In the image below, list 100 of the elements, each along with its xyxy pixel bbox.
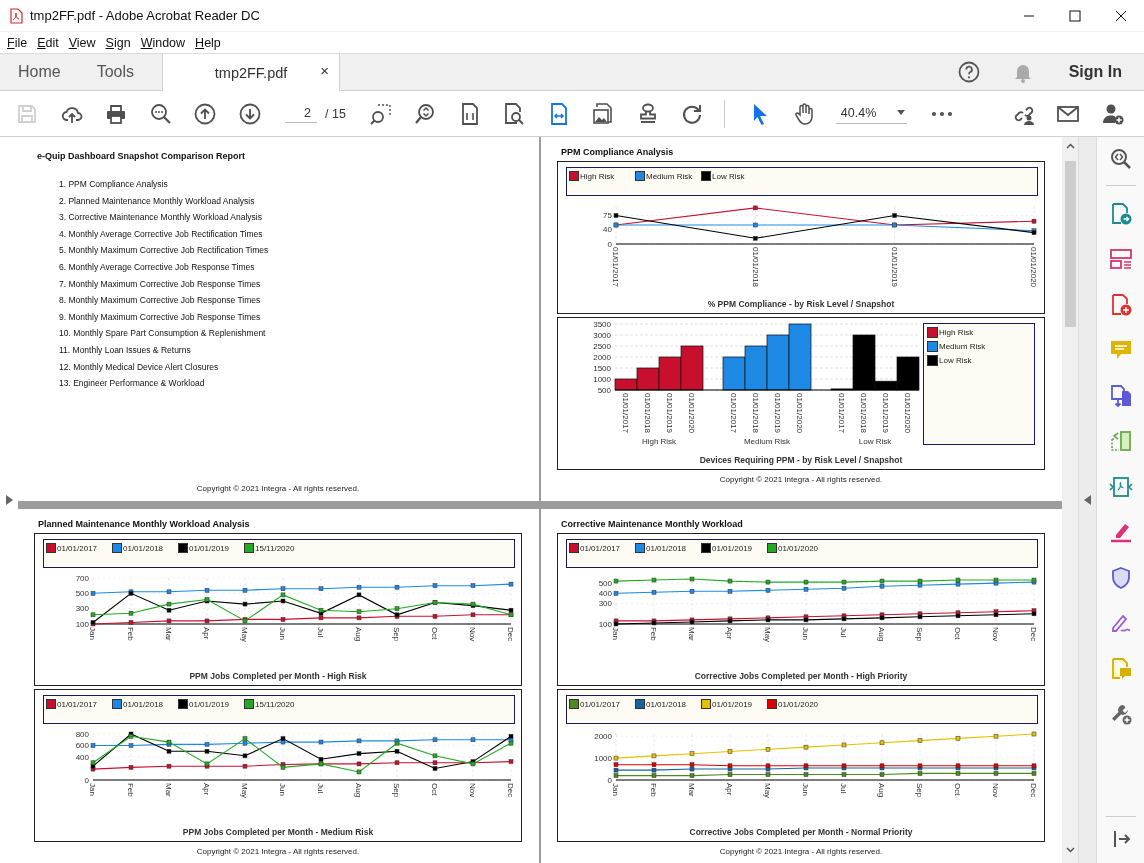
tick-label: 300	[598, 599, 612, 609]
tick-label: 01/01/2018	[751, 393, 761, 434]
tick-label: 3500	[593, 319, 611, 329]
tick-label: Oct	[430, 783, 440, 796]
tick-label: Feb	[649, 627, 659, 641]
contents-item: 11. Monthly Loan Issues & Returns	[59, 344, 192, 357]
copyright-text: Copyright © 2021 Integra - All rights reserved.	[195, 484, 361, 495]
chart-title: PPM Jobs Completed per Month - Medium Risk	[181, 827, 375, 839]
tick-label: Jan	[611, 627, 621, 640]
tick-label: Jun	[801, 783, 811, 796]
window-title: tmp2FF.pdf - Adobe Acrobat Reader DC	[30, 8, 260, 23]
tick-label: Feb	[649, 783, 659, 797]
tick-label: 700	[75, 573, 89, 583]
tick-label: 2000	[593, 352, 611, 362]
tick-label: 800	[75, 729, 89, 739]
page-title: Corrective Maintenance Monthly Workload	[561, 519, 744, 529]
tick-label: Aug	[354, 783, 364, 798]
tick-label: Oct	[953, 627, 963, 640]
tick-label: Dec	[1029, 783, 1039, 798]
legend-label: 01/01/2019	[712, 699, 753, 709]
legend-label: 15/11/2020	[255, 543, 295, 553]
legend-label: 01/01/2017	[57, 699, 98, 709]
legend-label: 01/01/2018	[646, 543, 687, 553]
tick-label: Jul	[316, 783, 326, 794]
tick-label: Nov	[468, 627, 478, 642]
chart-title: Corrective Jobs Completed per Month - High Priority	[693, 671, 909, 683]
legend-label: 01/01/2017	[580, 699, 621, 709]
tick-label: 1000	[593, 374, 611, 384]
legend-label: 01/01/2018	[646, 699, 687, 709]
tick-label: Jun	[801, 627, 811, 640]
tick-label: Dec	[506, 627, 516, 642]
tick-label: 75	[603, 211, 612, 221]
contents-item: 4. Monthly Average Corrective Job Rectification Times	[59, 228, 264, 241]
tick-label: 01/01/2017	[611, 247, 621, 288]
tick-label: 500	[75, 589, 89, 599]
tick-label: Mar	[687, 627, 697, 641]
tick-label: Nov	[468, 783, 478, 798]
tick-label: Apr	[202, 783, 212, 796]
tick-label: Feb	[126, 783, 136, 797]
page-title: Planned Maintenance Monthly Workload Analysis	[38, 519, 251, 529]
legend-label: 01/01/2017	[57, 543, 98, 553]
tick-label: Apr	[725, 627, 735, 640]
contents-item: 2. Planned Maintenance Monthly Workload Analysis	[59, 195, 256, 208]
copyright-text: Copyright © 2021 Integra - All rights reserved.	[718, 847, 884, 856]
tick-label: Jan	[611, 783, 621, 796]
tick-label: 01/01/2020	[687, 393, 697, 434]
tick-label: Aug	[877, 783, 887, 798]
group-label: Low Risk	[858, 437, 892, 446]
tick-label: 01/01/2020	[795, 393, 805, 434]
tick-label: Nov	[991, 783, 1001, 798]
tick-label: 01/01/2018	[750, 247, 760, 288]
legend-label: 01/01/2018	[123, 699, 164, 709]
tick-label: 0	[84, 775, 89, 785]
tick-label: Feb	[126, 627, 136, 641]
tick-label: 300	[75, 604, 89, 614]
legend-label: 01/01/2020	[778, 543, 819, 553]
tick-label: Apr	[202, 627, 212, 640]
tick-label: May	[763, 783, 773, 799]
tick-label: Nov	[991, 627, 1001, 642]
tick-label: 01/01/2017	[621, 393, 631, 434]
contents-item: 9. Monthly Maximum Corrective Job Response Times	[59, 311, 262, 324]
tick-label: 500	[598, 578, 612, 588]
legend-label: Low Risk	[712, 171, 745, 181]
contents-item: 6. Monthly Average Corrective Job Response Times	[59, 261, 256, 274]
legend-label: 01/01/2020	[778, 699, 819, 709]
copyright-text: Copyright © 2021 Integra - All rights reserved.	[195, 847, 361, 856]
tick-label: 600	[75, 741, 89, 751]
legend-label: 15/11/2020	[255, 699, 295, 709]
tick-label: May	[240, 627, 250, 643]
chart-title: Devices Requiring PPM - by Risk Level / Snapshot	[698, 455, 904, 467]
tick-label: 100	[598, 619, 612, 629]
tick-label: Jul	[839, 783, 849, 794]
chart-title: Corrective Jobs Completed per Month - Normal Priority	[688, 827, 914, 839]
tick-label: 0	[607, 775, 612, 785]
contents-item: 3. Corrective Maintenance Monthly Workload Analysis	[59, 212, 263, 225]
legend-label: 01/01/2019	[712, 543, 753, 553]
contents-item: 13. Engineer Performance & Workload	[59, 378, 206, 391]
tick-label: 2000	[594, 732, 612, 741]
legend-label: 01/01/2019	[189, 699, 230, 709]
tick-label: May	[240, 783, 250, 799]
tick-label: Jul	[839, 627, 849, 638]
tick-label: 0	[607, 239, 612, 249]
legend-label: Medium Risk	[939, 342, 986, 351]
group-label: High Risk	[641, 437, 677, 446]
page-title: e-Quip Dashboard Snapshot Comparison Report	[37, 151, 246, 161]
tick-label: 1500	[593, 363, 611, 373]
tick-label: Sep	[392, 627, 402, 642]
contents-item: 7. Monthly Maximum Corrective Job Response Times	[59, 278, 262, 291]
tick-label: Oct	[430, 627, 440, 640]
tick-label: 400	[598, 589, 612, 599]
tick-label: Sep	[392, 783, 402, 798]
contents-item: 10. Monthly Spare Part Consumption & Replenishment	[59, 328, 267, 341]
tick-label: Jan	[88, 627, 98, 640]
contents-item: 8. Monthly Maximum Corrective Job Response Times	[59, 295, 262, 308]
tick-label: 01/01/2017	[729, 393, 739, 434]
tick-label: 01/01/2019	[889, 247, 899, 288]
tick-label: Mar	[164, 783, 174, 797]
tick-label: Aug	[877, 627, 887, 642]
tick-label: May	[763, 627, 773, 643]
tick-label: Jul	[316, 627, 326, 638]
